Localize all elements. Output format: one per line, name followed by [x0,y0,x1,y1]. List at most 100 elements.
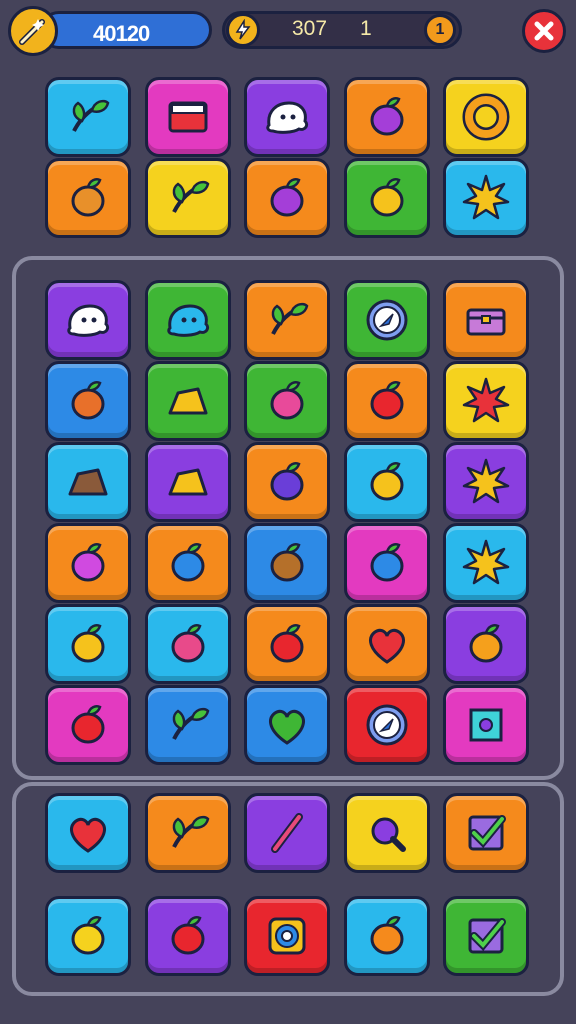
top-hud: 40120 307 1 1 [0,0,576,62]
resource-count: 1 [360,17,372,40]
board-tile[interactable] [244,685,330,765]
board-tile[interactable] [144,442,231,522]
board-tile[interactable] [443,685,529,765]
resource-value: 307 [292,17,328,40]
board-tile[interactable] [443,604,529,684]
top-grid-tile[interactable] [144,158,231,238]
top-grid-tile[interactable] [45,158,131,238]
inventory-tile[interactable] [144,896,231,976]
rose-icon [160,908,216,964]
inventory-tile[interactable] [244,896,330,976]
ring-icon [458,89,514,145]
top-grid-tile[interactable] [343,77,430,157]
horn-icon [60,908,116,964]
inventory-tile[interactable] [244,793,330,873]
top-grid-tile[interactable] [443,77,529,157]
board-tile[interactable] [443,442,529,522]
board-tile[interactable] [443,280,529,360]
board-tile[interactable] [144,685,231,765]
board-tile[interactable] [343,523,430,603]
butterfly-icon [60,535,116,591]
rock-icon [60,454,116,510]
ghost-icon [259,89,315,145]
feather-icon [259,292,315,348]
board-tile[interactable] [443,523,529,603]
board-tile[interactable] [45,442,131,522]
score-value: 40120 [93,21,150,46]
cheese-block-icon [160,454,216,510]
box-icon [160,89,216,145]
board-tile[interactable] [244,442,330,522]
lightning-icon [226,13,260,47]
inventory-tile[interactable] [343,793,430,873]
leaf-bowl-icon [160,170,216,226]
brush-icon [259,805,315,861]
top-grid-tile[interactable] [45,77,131,157]
green-heart-icon [259,697,315,753]
gear-icon [259,908,315,964]
close-button[interactable] [522,9,566,53]
lemon-icon [60,616,116,672]
close-icon [534,21,554,41]
board-tile[interactable] [343,685,430,765]
pin-icon [359,535,415,591]
top-grid-tile[interactable] [343,158,430,238]
orb-icon [359,373,415,429]
board-tile[interactable] [45,523,131,603]
magnifier-icon [359,805,415,861]
coin-icon: 1 [424,14,456,46]
board-tile[interactable] [343,604,430,684]
rolling-pin-icon [60,373,116,429]
swirl-icon [458,616,514,672]
sprout-icon [160,697,216,753]
top-grid-tile[interactable] [443,158,529,238]
board-tile[interactable] [343,361,430,441]
sun-icon [458,170,514,226]
pineapple-icon [60,170,116,226]
board-tile[interactable] [244,604,330,684]
board-tile[interactable] [45,280,131,360]
chili-icon [259,616,315,672]
eggplant-icon [259,170,315,226]
top-grid-tile[interactable] [244,158,330,238]
board-tile[interactable] [343,442,430,522]
apple-icon [60,697,116,753]
inventory-tile[interactable] [144,793,231,873]
inventory-tile[interactable] [45,793,131,873]
board-tile[interactable] [144,523,231,603]
board-tile[interactable] [244,361,330,441]
board-tile[interactable] [144,280,231,360]
top-grid-tile[interactable] [144,77,231,157]
coin-label: 1 [435,21,445,38]
peach-icon [359,908,415,964]
inventory-tile[interactable] [343,896,430,976]
sun-face-icon [458,373,514,429]
heart-icon [359,616,415,672]
board-tile[interactable] [343,280,430,360]
board-tile[interactable] [144,604,231,684]
compass-icon [359,292,415,348]
board-tile[interactable] [144,361,231,441]
cheese-icon [160,373,216,429]
gem-icon [458,697,514,753]
sprout-icon [160,805,216,861]
inventory-tile[interactable] [443,793,529,873]
strawberry-icon [160,616,216,672]
board-tile[interactable] [244,280,330,360]
check-box-icon [458,805,514,861]
compass-icon [359,697,415,753]
wand-icon[interactable] [8,6,58,56]
bag-icon [359,89,415,145]
board-tile[interactable] [244,523,330,603]
sun-icon [458,535,514,591]
board-tile[interactable] [45,604,131,684]
heart-icon [60,805,116,861]
board-tile[interactable] [45,361,131,441]
board-tile[interactable] [443,361,529,441]
inventory-tile[interactable] [45,896,131,976]
top-grid-tile[interactable] [244,77,330,157]
board-tile[interactable] [45,685,131,765]
chest-icon [458,292,514,348]
inventory-tile[interactable] [443,896,529,976]
berry-branch-icon [160,535,216,591]
